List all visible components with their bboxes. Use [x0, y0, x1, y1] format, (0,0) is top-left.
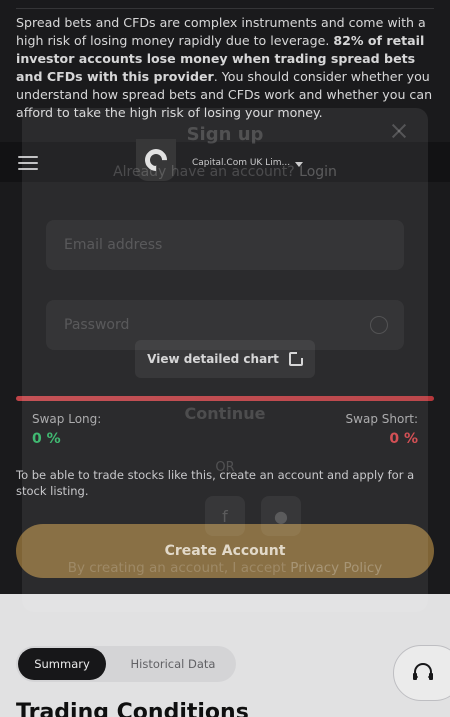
password-field[interactable]: [46, 300, 404, 350]
continue-button[interactable]: Continue: [46, 388, 404, 438]
signup-modal: Sign up Already have an account? Login C…: [22, 108, 428, 612]
login-link[interactable]: Login: [299, 164, 337, 180]
or-divider: OR: [215, 460, 235, 475]
email-field[interactable]: [46, 220, 404, 270]
modal-title: Sign up: [186, 124, 264, 145]
login-prompt: Already have an account? Login: [22, 164, 428, 180]
already-text: Already have an account?: [113, 164, 295, 180]
apple-icon[interactable]: ●: [261, 496, 301, 536]
eye-icon[interactable]: [370, 316, 388, 334]
privacy-policy-link[interactable]: Privacy Policy: [290, 560, 382, 576]
facebook-icon[interactable]: f: [205, 496, 245, 536]
terms-text: By creating an account, I accept Privacy…: [22, 560, 428, 576]
terms-label: By creating an account, I accept: [67, 560, 286, 576]
close-icon[interactable]: [390, 122, 408, 140]
password-field-wrapper: [46, 300, 404, 350]
email-field-wrapper: [46, 220, 404, 270]
